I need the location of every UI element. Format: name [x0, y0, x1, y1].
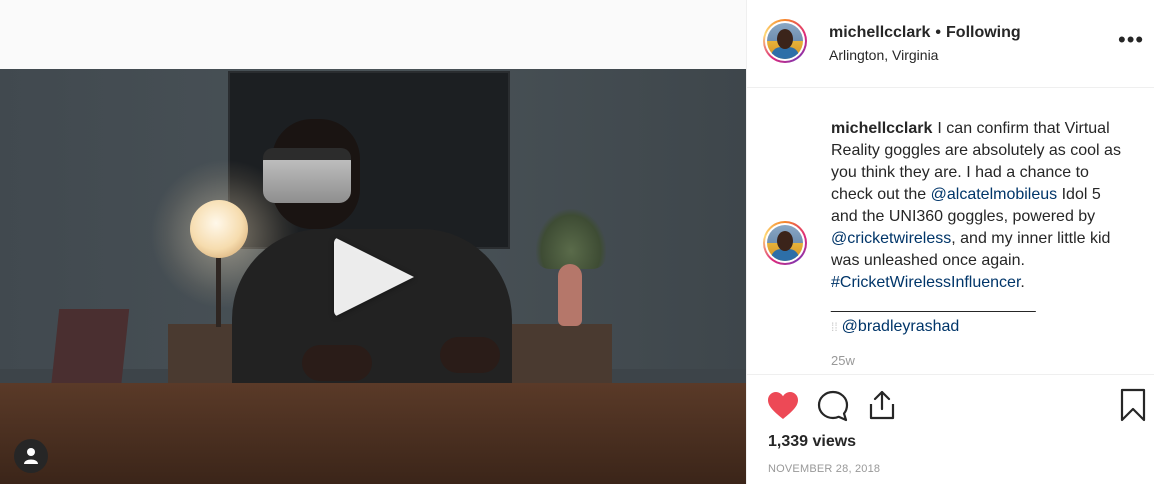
avatar-image	[767, 23, 803, 59]
share-icon[interactable]	[867, 389, 897, 426]
caption-text: .	[1020, 274, 1025, 291]
mention-link[interactable]: @cricketwireless	[831, 230, 951, 247]
mention-link[interactable]: @alcatelmobileus	[931, 186, 1058, 203]
post-panel: michellcclark • Following Arlington, Virgi…	[746, 0, 1154, 484]
hashtag-link[interactable]: #CricketWirelessInfluencer	[831, 274, 1020, 291]
video-frame-lamp	[190, 200, 248, 258]
caption-separator: _______________________	[831, 296, 1036, 313]
user-tag-icon[interactable]	[14, 439, 48, 473]
video-frame-hand-right	[440, 337, 500, 373]
caption-username-link[interactable]: michellcclark	[831, 120, 932, 137]
media-top-spacer	[0, 0, 746, 69]
credit-prefix: ⁞⁞	[831, 320, 838, 334]
more-options-icon[interactable]: •••	[1118, 29, 1144, 51]
post-date[interactable]: NOVEMBER 28, 2018	[768, 463, 880, 475]
post-actions: 1,339 views NOVEMBER 28, 2018	[747, 374, 1154, 484]
caption-timestamp[interactable]: 25w	[831, 353, 855, 368]
video-frame-table	[0, 383, 746, 484]
bookmark-icon[interactable]	[1120, 388, 1146, 427]
video-player[interactable]	[0, 69, 746, 484]
views-count[interactable]: 1,339 views	[768, 433, 856, 451]
caption-credit: ⁞⁞ @bradleyrashad	[831, 316, 1131, 338]
separator-dot: •	[935, 24, 942, 41]
caption-avatar-image	[767, 225, 803, 261]
video-frame-plant	[536, 209, 606, 269]
heart-icon[interactable]	[767, 391, 799, 426]
video-frame-vase	[558, 264, 582, 326]
caption-avatar[interactable]	[763, 221, 807, 265]
credit-mention-link[interactable]: @bradleyrashad	[842, 318, 960, 335]
post-header: michellcclark • Following Arlington, Virgi…	[747, 0, 1154, 88]
header-title-line: michellcclark • Following	[829, 24, 1021, 42]
video-frame-hand-left	[302, 345, 372, 381]
video-frame-goggles-band	[263, 148, 351, 160]
comment-icon[interactable]	[817, 390, 849, 427]
avatar[interactable]	[763, 19, 807, 63]
location-link[interactable]: Arlington, Virginia	[829, 47, 938, 63]
post-caption: michellcclark I can confirm that Virtual …	[831, 118, 1131, 338]
username-link[interactable]: michellcclark	[829, 24, 930, 41]
following-button[interactable]: Following	[946, 24, 1021, 41]
video-frame-chair	[50, 309, 130, 389]
video-frame-lamp-stem	[216, 257, 221, 327]
play-icon[interactable]	[334, 237, 414, 317]
